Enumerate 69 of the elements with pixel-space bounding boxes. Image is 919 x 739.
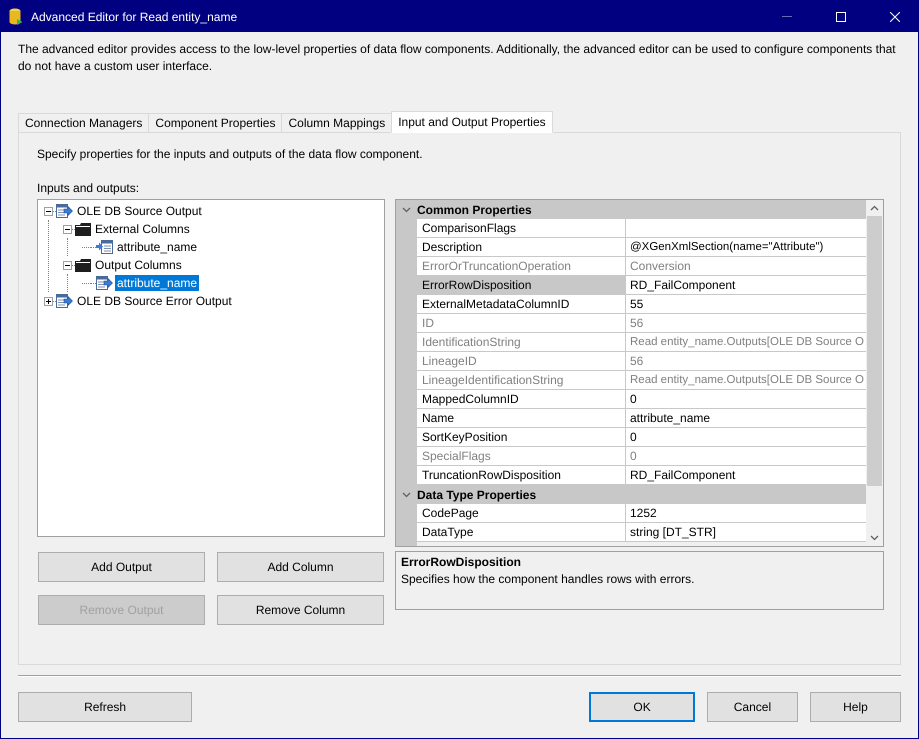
property-value[interactable]: RD_FailComponent	[626, 466, 866, 485]
property-name[interactable]: LineageID	[417, 352, 626, 371]
property-value[interactable]: 56	[626, 352, 866, 371]
property-name[interactable]: ExternalMetadataColumnID	[417, 295, 626, 314]
folder-icon	[75, 222, 91, 236]
description-text: Specifies how the component handles rows with errors.	[401, 572, 696, 586]
property-name[interactable]: TruncationRowDisposition	[417, 466, 626, 485]
table-arrow-icon	[56, 294, 73, 308]
window-title: Advanced Editor for Read entity_name	[31, 10, 238, 24]
instruction-text: Specify properties for the inputs and outputs of the data flow component.	[37, 147, 424, 163]
close-icon[interactable]	[890, 12, 900, 22]
property-name[interactable]: ErrorOrTruncationOperation	[417, 257, 626, 276]
property-value[interactable]: 0	[626, 447, 866, 466]
property-value[interactable]: RD_FailComponent	[626, 276, 866, 295]
folder-icon	[75, 258, 91, 272]
tree-item[interactable]: attribute_name	[115, 275, 200, 291]
expand-icon[interactable]	[44, 296, 53, 306]
intro-text: The advanced editor provides access to the low-level properties of data flow components. Additionally, the advanced editor can be used to configure components that do not have a custom user interface.	[18, 41, 897, 75]
property-value[interactable]: attribute_name	[626, 409, 866, 428]
dialog-button[interactable]: Help	[810, 692, 901, 722]
maximize-icon[interactable]	[836, 12, 846, 22]
tree-item[interactable]: External Columns	[93, 221, 192, 237]
table-arrow-icon	[56, 204, 73, 218]
description-title: ErrorRowDisposition	[401, 555, 522, 571]
property-name[interactable]: CodePage	[417, 504, 626, 523]
tree-item[interactable]: attribute_name	[115, 239, 200, 255]
property-value[interactable]: 56	[626, 314, 866, 333]
tab[interactable]: Connection Managers	[18, 113, 150, 133]
scroll-down-icon[interactable]	[870, 535, 879, 541]
property-value[interactable]: 1252	[626, 504, 866, 523]
property-value[interactable]: 0	[626, 390, 866, 409]
action-button[interactable]: Add Output	[38, 552, 205, 582]
tree-label: Inputs and outputs:	[37, 181, 140, 197]
table-arrow-icon	[96, 276, 113, 290]
dialog-button[interactable]: Refresh	[18, 692, 192, 722]
property-name[interactable]: ErrorRowDisposition	[417, 276, 626, 295]
chevron-down-icon[interactable]	[402, 206, 411, 212]
property-name[interactable]: SortKeyPosition	[417, 428, 626, 447]
dialog-button[interactable]: Cancel	[706, 692, 798, 722]
property-name[interactable]: SpecialFlags	[417, 447, 626, 466]
dialog-button[interactable]: OK	[589, 692, 695, 722]
property-value[interactable]: 55	[626, 295, 866, 314]
collapse-icon[interactable]	[63, 260, 72, 270]
action-button[interactable]: Remove Column	[217, 595, 384, 625]
property-value[interactable]: Conversion	[626, 257, 866, 276]
property-name[interactable]: MappedColumnID	[417, 390, 626, 409]
tree-item[interactable]: OLE DB Source Output	[75, 203, 204, 219]
property-value[interactable]: 0	[626, 428, 866, 447]
property-value[interactable]: Read entity_name.Outputs[OLE DB Source O	[626, 333, 866, 352]
property-name[interactable]: LineageIdentificationString	[417, 371, 626, 390]
property-name[interactable]: ID	[417, 314, 626, 333]
chevron-down-icon[interactable]	[402, 492, 411, 498]
property-name[interactable]: Description	[417, 238, 626, 257]
tree-item[interactable]: Output Columns	[93, 257, 184, 273]
property-name[interactable]: ComparisonFlags	[417, 219, 626, 238]
table-arrow-icon	[96, 240, 113, 254]
property-name[interactable]: DataType	[417, 523, 626, 542]
property-value[interactable]: string [DT_STR]	[626, 523, 866, 542]
property-name[interactable]: IdentificationString	[417, 333, 626, 352]
property-value[interactable]: Read entity_name.Outputs[OLE DB Source O	[626, 371, 866, 390]
action-button[interactable]: Add Column	[217, 552, 384, 582]
property-value[interactable]: @XGenXmlSection(name="Attribute")	[626, 238, 866, 257]
property-name[interactable]: Name	[417, 409, 626, 428]
tree-item[interactable]: OLE DB Source Error Output	[75, 293, 234, 309]
scroll-up-icon[interactable]	[870, 205, 879, 211]
collapse-icon[interactable]	[63, 224, 72, 234]
database-icon	[9, 8, 23, 26]
tab[interactable]: Input and Output Properties	[391, 111, 553, 133]
collapse-icon[interactable]	[44, 206, 53, 216]
